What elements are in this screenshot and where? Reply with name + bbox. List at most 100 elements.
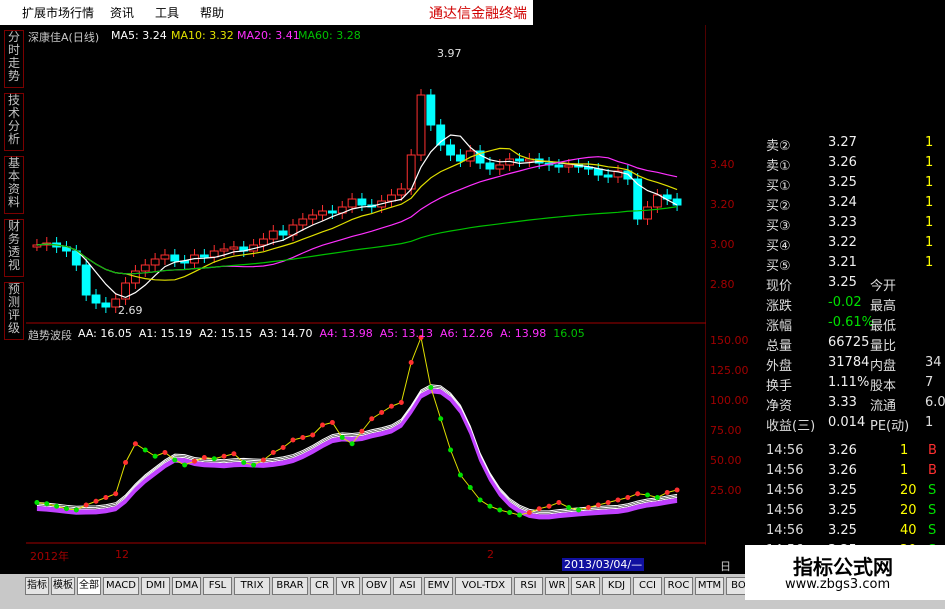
indicator-tab-模板[interactable]: 模板 (51, 577, 75, 595)
candle-body (564, 164, 574, 168)
quote-cell: 1 (925, 155, 934, 170)
price-tick-1: 3.40 (710, 158, 735, 171)
trend-dot (132, 441, 138, 447)
sub-chart-label: 趋势波段 (28, 329, 72, 342)
trend-dot (182, 462, 188, 468)
trend-dot (359, 428, 365, 434)
tab-fundamentals[interactable]: 基本资料 (4, 156, 24, 214)
trend-dot (221, 453, 227, 459)
tick-cell: 3.25 (828, 483, 857, 498)
quote-row: 买② 3.24 1 (760, 195, 945, 214)
candle-body (643, 206, 652, 220)
tick-cell: 14:56 (766, 463, 804, 478)
indicator-tab-asi[interactable]: ASI (393, 577, 422, 595)
tick-row: 14:56 3.25 20 S (760, 483, 945, 502)
trend-dot (546, 503, 552, 509)
trend-dot (517, 512, 522, 518)
tab-financials[interactable]: 财务透视 (4, 219, 24, 277)
indicator-tab-vol-tdx[interactable]: VOL-TDX (455, 577, 512, 595)
indicator-tab-mtm[interactable]: MTM (695, 577, 724, 595)
trend-dot (664, 490, 670, 495)
sub-value-1: A1: 15.19 (138, 327, 193, 340)
trend-dot (172, 457, 178, 463)
ma10-label: MA10: 3.32 (171, 29, 234, 42)
trend-dot (625, 495, 631, 500)
indicator-tab-emv[interactable]: EMV (424, 577, 453, 595)
quote-row: 净资 3.33 流通 6.0 (760, 395, 945, 414)
tab-forecast[interactable]: 预测评级 (4, 282, 24, 340)
tick-cell: 20 (900, 503, 917, 518)
trend-dot (457, 472, 463, 478)
menu-bar: 扩展市场行情 资讯 工具 帮助 通达信金融终端 (0, 0, 533, 26)
indicator-tab-全部[interactable]: 全部 (77, 577, 101, 595)
quote-cell: 卖② (766, 139, 791, 154)
chart-area[interactable]: 深康佳A(日线) MA5: 3.24 MA10: 3.32 MA20: 3.41… (26, 25, 749, 545)
indicator-tab-sar[interactable]: SAR (571, 577, 600, 595)
quote-cell: 涨跌 (766, 299, 793, 314)
candle-body (603, 174, 613, 178)
candle-body (633, 178, 643, 220)
indicator-tab-trix[interactable]: TRIX (234, 577, 270, 595)
menu-item-extended-market[interactable]: 扩展市场行情 (22, 4, 94, 21)
sub-value-6: A6: 12.26 (439, 327, 494, 340)
indicator-tab-roc[interactable]: ROC (664, 577, 693, 595)
trend-dot (645, 492, 651, 498)
quote-cell: 3.25 (828, 275, 857, 290)
trend-dot (123, 460, 129, 465)
side-tabs: 分时走势 技术分析 基本资料 财务透视 预测评级 (0, 25, 26, 545)
ma60-label: MA60: 3.28 (298, 29, 361, 42)
candle-body (170, 254, 180, 262)
quote-cell: 3.24 (828, 195, 857, 210)
indicator-tab-fsl[interactable]: FSL (203, 577, 232, 595)
tick-cell: 40 (900, 523, 917, 538)
sub-tick-100: 100.00 (710, 394, 749, 407)
tab-technical[interactable]: 技术分析 (4, 93, 24, 151)
trend-dot (388, 403, 394, 409)
quote-row: 买③ 3.23 1 (760, 215, 945, 234)
tick-cell: 14:56 (766, 483, 804, 498)
indicator-tab-brar[interactable]: BRAR (272, 577, 308, 595)
candle-body (259, 238, 268, 246)
indicator-tab-obv[interactable]: OBV (362, 577, 391, 595)
price-tick-3: 3.00 (710, 238, 735, 251)
trend-dot (605, 500, 611, 505)
quote-cell: 3.33 (828, 395, 857, 410)
quote-cell: 1 (925, 195, 934, 210)
indicator-tab-macd[interactable]: MACD (103, 577, 139, 595)
tab-intraday[interactable]: 分时走势 (4, 30, 24, 88)
sub-tick-25: 25.00 (710, 484, 742, 497)
trend-dot (408, 360, 414, 365)
menu-item-tools[interactable]: 工具 (155, 4, 179, 21)
indicator-tab-dma[interactable]: DMA (172, 577, 201, 595)
trend-dot (576, 507, 582, 513)
indicator-tab-dmi[interactable]: DMI (141, 577, 170, 595)
tick-cell: 20 (900, 483, 917, 498)
watermark: 指标公式网 www.zbgs3.com (745, 545, 945, 600)
quote-cell: -0.61% (828, 315, 874, 330)
quote-cell: 3.21 (828, 255, 857, 270)
indicator-tab-vr[interactable]: VR (336, 577, 360, 595)
quote-cell: 收益(三) (766, 419, 816, 434)
tick-row: 14:56 3.26 1 B (760, 443, 945, 462)
indicator-tab-kdj[interactable]: KDJ (602, 577, 631, 595)
indicator-tab-cci[interactable]: CCI (633, 577, 662, 595)
tick-cell: S (928, 503, 937, 518)
quote-cell: 1 (925, 215, 934, 230)
indicator-tab-cr[interactable]: CR (310, 577, 334, 595)
chart-canvas[interactable] (26, 25, 706, 545)
menu-item-help[interactable]: 帮助 (200, 4, 224, 21)
trend-dot (497, 507, 503, 513)
indicator-tab-rsi[interactable]: RSI (514, 577, 543, 595)
quote-cell: 3.26 (828, 155, 857, 170)
quote-row: 收益(三) 0.014 PE(动) 1 (760, 415, 945, 434)
trend-dot (251, 462, 257, 468)
menu-item-news[interactable]: 资讯 (110, 4, 134, 21)
trend-dot (566, 505, 572, 510)
quote-row: 卖① 3.26 1 (760, 155, 945, 174)
sub-value-4: A4: 13.98 (319, 327, 373, 340)
quote-row: 涨跌 -0.02 最高 (760, 295, 945, 314)
trend-dot (290, 437, 296, 443)
indicator-tab-指标[interactable]: 指标 (25, 577, 49, 595)
indicator-tab-wr[interactable]: WR (545, 577, 569, 595)
sub-tick-75: 75.00 (710, 424, 742, 437)
